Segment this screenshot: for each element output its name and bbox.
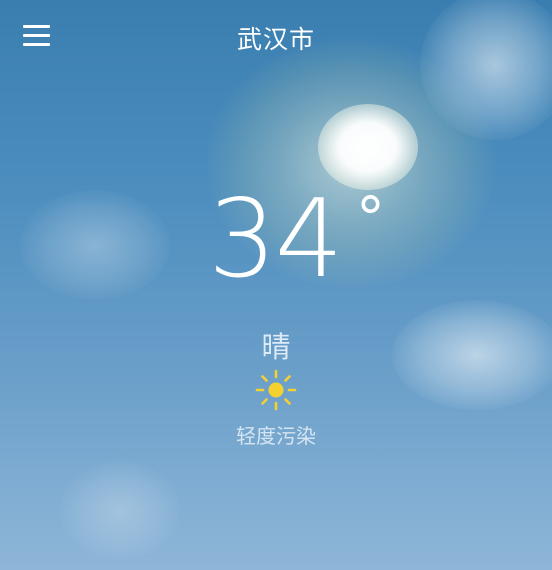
city-title: 武汉市 xyxy=(236,25,315,54)
weather-screen: 武汉市 34 ° 晴 轻度污染 xyxy=(0,0,552,570)
air-quality-label: 轻度污染 xyxy=(236,424,316,448)
temperature-display: 34 ° xyxy=(0,180,552,310)
temperature-value: 34 xyxy=(208,177,343,302)
weather-condition: 晴 xyxy=(261,330,291,364)
cloud-background xyxy=(60,460,180,560)
temperature-unit: ° xyxy=(356,184,385,252)
sun-icon xyxy=(255,369,297,411)
